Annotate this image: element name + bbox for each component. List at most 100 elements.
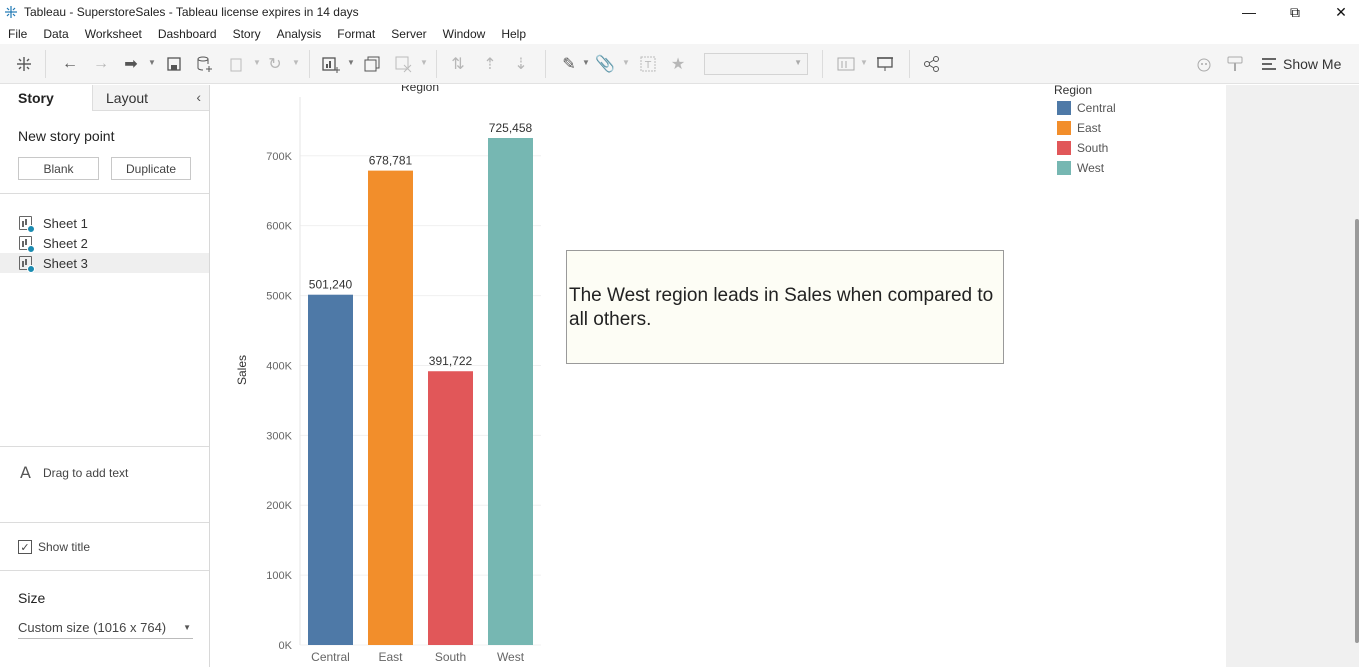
divider [0, 446, 209, 447]
legend-swatch [1057, 161, 1071, 175]
legend-label: South [1077, 141, 1109, 155]
data-label: 678,781 [369, 154, 413, 168]
swap-rows-columns-icon[interactable]: ⇅ [447, 53, 469, 75]
share-icon[interactable] [921, 53, 943, 75]
close-button[interactable]: ✕ [1318, 0, 1359, 24]
highlight-icon[interactable]: ✎ [558, 53, 580, 75]
restore-button[interactable]: ⧉ [1272, 0, 1318, 24]
drag-text-label: Drag to add text [42, 465, 129, 480]
sheet-item-3[interactable]: Sheet 3 [0, 253, 209, 273]
collapse-pane-icon[interactable]: ‹ [196, 89, 201, 105]
show-hide-cards-icon[interactable] [835, 53, 857, 75]
text-object-icon: A [20, 463, 31, 482]
presentation-mode-icon[interactable] [874, 53, 896, 75]
menu-data[interactable]: Data [35, 27, 76, 41]
menu-story[interactable]: Story [225, 27, 269, 41]
menu-format[interactable]: Format [329, 27, 383, 41]
sort-descending-icon[interactable]: ⇣ [510, 53, 532, 75]
chevron-down-icon[interactable]: ▼ [420, 58, 428, 67]
menu-worksheet[interactable]: Worksheet [77, 27, 150, 41]
group-members-icon[interactable]: 📎 [594, 53, 616, 75]
chevron-down-icon[interactable]: ▼ [622, 58, 630, 67]
story-annotation[interactable]: The West region leads in Sales when comp… [566, 250, 1004, 364]
drag-text-item[interactable]: A Drag to add text [20, 463, 128, 482]
legend-label: East [1077, 121, 1102, 135]
sales-by-region-chart[interactable]: Region 0K 100K 200K 300K 400K 500K 600K 700K Sale… [211, 85, 811, 667]
sheet-label: Sheet 3 [43, 255, 88, 271]
menu-window[interactable]: Window [435, 27, 494, 41]
y-tick-label: 500K [266, 291, 292, 303]
show-mark-labels-icon[interactable]: T [637, 53, 659, 75]
menu-analysis[interactable]: Analysis [269, 27, 330, 41]
paste-icon[interactable] [225, 53, 247, 75]
title-bar: Tableau - SuperstoreSales - Tableau lice… [0, 0, 1359, 24]
legend-label: Central [1077, 101, 1116, 115]
menu-help[interactable]: Help [493, 27, 534, 41]
show-title-toggle[interactable]: ✓ Show title [18, 540, 90, 554]
chevron-down-icon: ▼ [183, 623, 191, 632]
chevron-down-icon[interactable]: ▼ [253, 58, 261, 67]
legend-label: West [1077, 161, 1105, 175]
bar-south [428, 371, 473, 645]
x-tick-label: East [378, 650, 403, 664]
bar-central [308, 294, 353, 645]
save-icon[interactable] [163, 53, 185, 75]
menu-file[interactable]: File [0, 27, 35, 41]
x-tick-label: West [497, 650, 525, 664]
legend-item-west[interactable]: West [1057, 161, 1104, 175]
toolbar-separator [45, 50, 46, 78]
size-dropdown[interactable]: Custom size (1016 x 764) ▼ [18, 617, 193, 639]
vertical-scrollbar[interactable] [1355, 219, 1359, 643]
show-me-button[interactable]: Show Me [1262, 53, 1341, 75]
chevron-down-icon[interactable]: ▼ [292, 58, 300, 67]
sheet-item-1[interactable]: Sheet 1 [0, 213, 209, 233]
show-me-icon [1262, 55, 1276, 73]
legend-item-central[interactable]: Central [1057, 101, 1116, 115]
pin-axes-icon[interactable]: ★ [667, 53, 689, 75]
chevron-down-icon[interactable]: ▼ [860, 58, 868, 67]
fit-dropdown[interactable]: ▼ [704, 53, 808, 75]
worksheet-icon [19, 216, 35, 233]
tab-layout[interactable]: Layout ‹ [92, 85, 209, 111]
replay-icon[interactable]: ➡ [120, 53, 142, 75]
toolbar-separator [309, 50, 310, 78]
duplicate-sheet-icon[interactable] [361, 53, 383, 75]
new-data-source-icon[interactable] [194, 53, 216, 75]
new-worksheet-icon[interactable] [320, 53, 342, 75]
chevron-down-icon: ▼ [794, 58, 802, 67]
sort-ascending-icon[interactable]: ⇡ [479, 53, 501, 75]
redo-icon[interactable]: → [90, 53, 112, 75]
clear-sheet-icon[interactable] [392, 53, 414, 75]
tableau-home-icon[interactable] [13, 53, 35, 75]
legend-item-east[interactable]: East [1057, 121, 1101, 135]
menu-server[interactable]: Server [383, 27, 434, 41]
menu-dashboard[interactable]: Dashboard [150, 27, 225, 41]
sheet-label: Sheet 2 [43, 235, 88, 251]
show-me-label: Show Me [1283, 56, 1342, 72]
y-tick-label: 600K [266, 221, 292, 233]
y-tick-label: 0K [279, 640, 293, 652]
tab-story[interactable]: Story [0, 85, 92, 111]
data-label: 725,458 [489, 121, 533, 135]
tableau-logo-icon [5, 6, 17, 18]
svg-text:T: T [644, 60, 652, 71]
sheet-item-2[interactable]: Sheet 2 [0, 233, 209, 253]
blank-button[interactable]: Blank [18, 157, 99, 180]
tab-layout-label: Layout [106, 89, 149, 106]
size-value: Custom size (1016 x 764) [18, 620, 167, 635]
toolbar-separator [545, 50, 546, 78]
divider [0, 522, 209, 523]
chevron-down-icon[interactable]: ▼ [347, 58, 355, 67]
format-painter-icon[interactable] [1224, 53, 1246, 75]
chart-title: Region [401, 85, 439, 94]
show-title-checkbox[interactable]: ✓ [18, 540, 32, 554]
chevron-down-icon[interactable]: ▼ [148, 58, 156, 67]
size-heading: Size [18, 590, 46, 606]
refresh-icon[interactable]: ↻ [264, 53, 286, 75]
minimize-button[interactable]: — [1226, 0, 1272, 24]
legend-item-south[interactable]: South [1057, 141, 1108, 155]
ask-data-icon[interactable] [1193, 53, 1215, 75]
chevron-down-icon[interactable]: ▼ [582, 58, 590, 67]
undo-icon[interactable]: ← [59, 53, 81, 75]
duplicate-button[interactable]: Duplicate [111, 157, 191, 180]
